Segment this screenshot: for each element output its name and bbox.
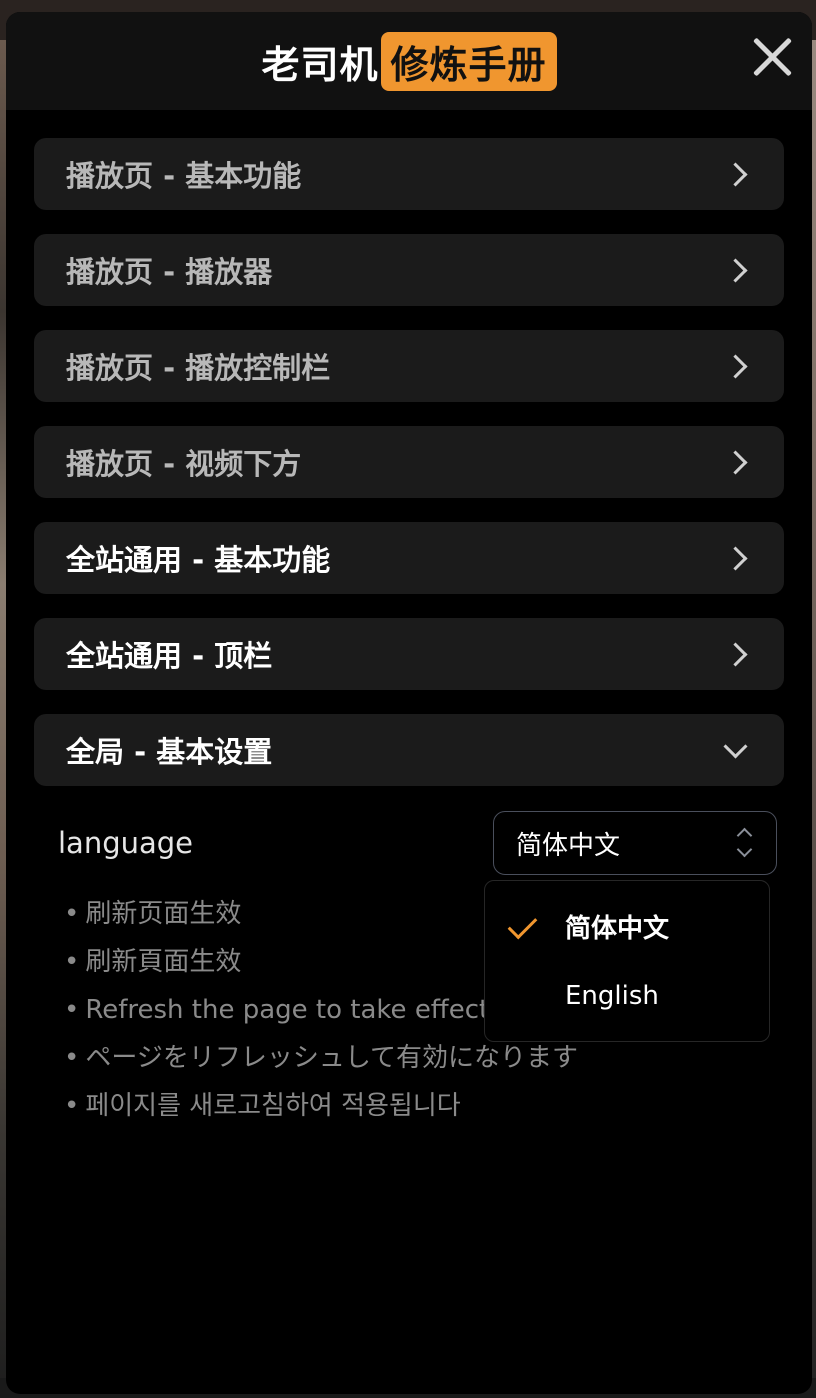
section-label: 播放页 - 播放器 <box>66 255 273 289</box>
language-select-value: 简体中文 <box>516 830 621 861</box>
section-site-topbar[interactable]: 全站通用 - 顶栏 <box>34 618 784 690</box>
option-label: English <box>565 981 659 1011</box>
chevron-right-icon <box>723 257 748 283</box>
section-label: 播放页 - 视频下方 <box>66 447 302 481</box>
chevron-right-icon <box>723 449 748 475</box>
updown-icon <box>736 826 754 860</box>
panel-header: 老司机 修炼手册 <box>6 12 812 110</box>
language-row: language 简体中文 <box>58 808 777 878</box>
section-play-basic[interactable]: 播放页 - 基本功能 <box>34 138 784 210</box>
section-global-basic[interactable]: 全局 - 基本设置 <box>34 714 784 786</box>
chevron-right-icon <box>723 161 748 187</box>
section-site-basic[interactable]: 全站通用 - 基本功能 <box>34 522 784 594</box>
note-item: 페이지를 새로고침하여 적용됩니다 <box>64 1082 764 1130</box>
check-icon <box>507 909 538 940</box>
chevron-down-icon <box>723 733 748 759</box>
chevron-right-icon <box>723 353 748 379</box>
title-text: 老司机 <box>261 42 379 87</box>
section-play-below-video[interactable]: 播放页 - 视频下方 <box>34 426 784 498</box>
section-label: 全站通用 - 顶栏 <box>66 639 273 673</box>
section-list: 播放页 - 基本功能 播放页 - 播放器 播放页 - 播放控制栏 播放页 - 视… <box>6 110 812 786</box>
title-highlight: 修炼手册 <box>380 31 557 91</box>
option-english[interactable]: English <box>485 961 769 1031</box>
section-label: 全局 - 基本设置 <box>66 735 273 769</box>
section-label: 播放页 - 播放控制栏 <box>66 351 331 385</box>
close-button[interactable] <box>750 34 794 78</box>
chevron-right-icon <box>723 545 748 571</box>
section-label: 全站通用 - 基本功能 <box>66 543 331 577</box>
section-play-controlbar[interactable]: 播放页 - 播放控制栏 <box>34 330 784 402</box>
section-play-player[interactable]: 播放页 - 播放器 <box>34 234 784 306</box>
check-slot <box>485 891 565 961</box>
language-select[interactable]: 简体中文 <box>493 811 777 875</box>
check-slot <box>485 961 565 1031</box>
option-simplified-chinese[interactable]: 简体中文 <box>485 891 769 961</box>
panel-title: 老司机 修炼手册 <box>261 31 557 91</box>
chevron-right-icon <box>723 641 748 667</box>
language-label: language <box>58 826 194 860</box>
language-dropdown: 简体中文 English <box>484 880 770 1042</box>
option-label: 简体中文 <box>565 913 670 944</box>
settings-panel: 老司机 修炼手册 播放页 - 基本功能 播放页 - 播放器 播放页 - 播放控制… <box>6 12 812 1394</box>
section-label: 播放页 - 基本功能 <box>66 159 302 193</box>
